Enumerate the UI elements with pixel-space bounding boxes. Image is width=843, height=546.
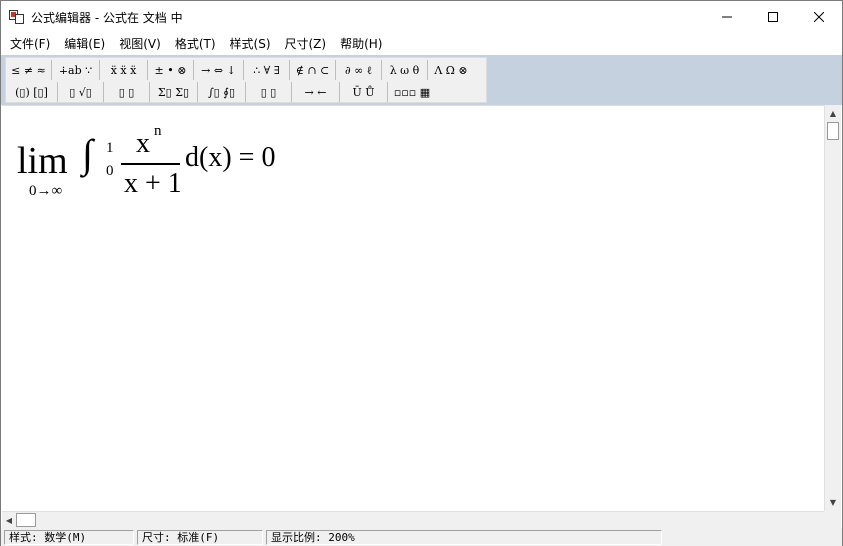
- close-button[interactable]: [796, 1, 842, 33]
- equation-document-area[interactable]: lim 0→∞ ∫ 1 0 x n x + 1 d(x) = 0: [2, 105, 826, 511]
- limit-operator: lim: [17, 140, 68, 182]
- limit-subscript: 0→∞: [29, 183, 63, 199]
- close-icon: [814, 12, 824, 22]
- window-controls: [704, 1, 842, 33]
- subscript-superscript-palette-button[interactable]: ▯ ▯: [104, 82, 150, 102]
- labeled-arrows-palette-button[interactable]: → ←: [292, 82, 340, 102]
- integral-upper-limit: 1: [106, 140, 114, 156]
- maximize-icon: [768, 12, 778, 22]
- minimize-button[interactable]: [704, 1, 750, 33]
- embellishments-palette-button[interactable]: ẍ ẍ ẍ: [100, 60, 148, 80]
- integral-lower-limit: 0: [106, 163, 114, 179]
- underbar-overbar-palette-button[interactable]: ▯ ▯: [246, 82, 292, 102]
- scrollbar-corner: [824, 511, 841, 528]
- greek-lowercase-palette-button[interactable]: λ ω θ: [382, 60, 428, 80]
- menu-help[interactable]: 帮助(H): [333, 33, 389, 55]
- fraction-denominator: x + 1: [124, 168, 182, 199]
- menu-style[interactable]: 样式(S): [223, 33, 278, 55]
- numerator-exponent: n: [154, 123, 162, 139]
- products-palette-button[interactable]: Ū Ů: [340, 82, 388, 102]
- matrix-palette-button[interactable]: ▫▫▫ ▦: [388, 82, 436, 102]
- summation-palette-button[interactable]: Σ▯ Σ▯: [150, 82, 198, 102]
- vertical-scrollbar[interactable]: ▲ ▼: [824, 105, 841, 511]
- logic-palette-button[interactable]: ∴ ∀ ∃: [244, 60, 290, 80]
- menu-size[interactable]: 尺寸(Z): [278, 33, 334, 55]
- menu-bar: 文件(F) 编辑(E) 视图(V) 格式(T) 样式(S) 尺寸(Z) 帮助(H…: [1, 33, 842, 55]
- misc-symbols-palette-button[interactable]: ∂ ∞ ℓ: [336, 60, 382, 80]
- menu-edit[interactable]: 编辑(E): [57, 33, 112, 55]
- fences-palette-button[interactable]: (▯) [▯]: [6, 82, 58, 102]
- arrows-palette-button[interactable]: → ⇔ ↓: [194, 60, 244, 80]
- equation-editor-window: 公式编辑器 - 公式在 文档 中 文件(F) 编辑(E) 视图(V) 格式(T)…: [0, 0, 843, 546]
- spaces-ellipses-palette-button[interactable]: ∔ab ∵: [52, 60, 100, 80]
- status-size: 尺寸: 标准(F): [137, 529, 263, 545]
- template-palette-row: (▯) [▯] ▯ √▯ ▯ ▯ Σ▯ Σ▯ ∫▯ ∮▯ ▯ ▯ → ← Ū Ů…: [6, 81, 436, 103]
- title-bar[interactable]: 公式编辑器 - 公式在 文档 中: [1, 1, 842, 33]
- scroll-down-arrow-icon[interactable]: ▼: [825, 494, 841, 511]
- fraction-numerator: x: [136, 128, 150, 159]
- minimize-icon: [722, 16, 732, 18]
- status-bar: 样式: 数学(M) 尺寸: 标准(F) 显示比例: 200%: [1, 528, 842, 546]
- status-zoom: 显示比例: 200%: [266, 529, 662, 545]
- horizontal-scroll-thumb[interactable]: [16, 513, 36, 527]
- equation-toolbar: ≤ ≠ ≈ ∔ab ∵ ẍ ẍ ẍ ± • ⊗ → ⇔ ↓ ∴ ∀ ∃ ∉ ∩ …: [5, 57, 487, 103]
- symbol-palette-row: ≤ ≠ ≈ ∔ab ∵ ẍ ẍ ẍ ± • ⊗ → ⇔ ↓ ∴ ∀ ∃ ∉ ∩ …: [6, 59, 474, 81]
- menu-format[interactable]: 格式(T): [168, 33, 223, 55]
- menu-file[interactable]: 文件(F): [1, 33, 57, 55]
- equation[interactable]: lim 0→∞ ∫ 1 0 x n x + 1 d(x) = 0: [2, 106, 322, 216]
- menu-view[interactable]: 视图(V): [112, 33, 168, 55]
- maximize-button[interactable]: [750, 1, 796, 33]
- integral-palette-button[interactable]: ∫▯ ∮▯: [198, 82, 246, 102]
- status-style: 样式: 数学(M): [4, 529, 134, 545]
- fractions-radicals-palette-button[interactable]: ▯ √▯: [58, 82, 104, 102]
- vertical-scroll-thumb[interactable]: [827, 122, 839, 140]
- differential-and-equality: d(x) = 0: [185, 142, 276, 173]
- scroll-up-arrow-icon[interactable]: ▲: [825, 105, 841, 122]
- set-theory-palette-button[interactable]: ∉ ∩ ⊂: [290, 60, 336, 80]
- operators-palette-button[interactable]: ± • ⊗: [148, 60, 194, 80]
- window-title: 公式编辑器 - 公式在 文档 中: [31, 10, 183, 25]
- equation-editor-app-icon: [9, 9, 25, 25]
- fraction-bar: [121, 163, 180, 165]
- horizontal-scrollbar[interactable]: ◀: [2, 511, 825, 528]
- greek-uppercase-palette-button[interactable]: Λ Ω ⊗: [428, 60, 474, 80]
- integral-sign: ∫: [82, 131, 93, 176]
- scroll-left-arrow-icon[interactable]: ◀: [2, 512, 16, 528]
- relations-palette-button[interactable]: ≤ ≠ ≈: [6, 60, 52, 80]
